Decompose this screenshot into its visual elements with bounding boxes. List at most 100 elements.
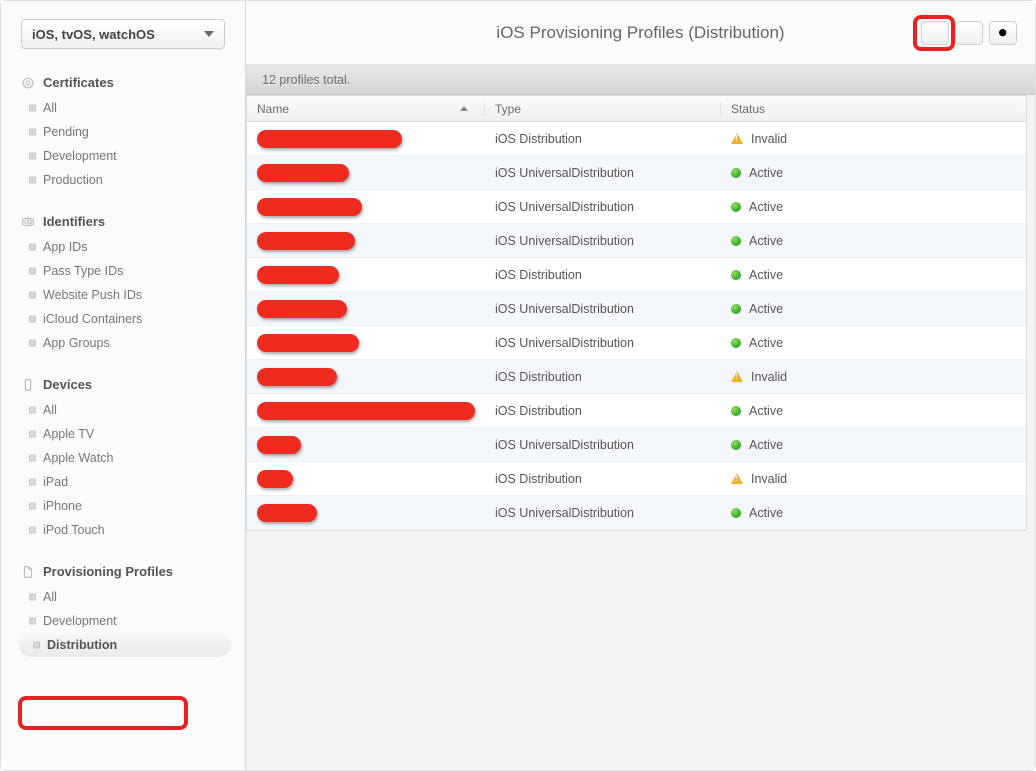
cell-type: iOS Distribution xyxy=(485,370,721,384)
table-header: Name Type Status xyxy=(247,96,1026,122)
redacted-name xyxy=(257,470,293,488)
cell-status: Active xyxy=(721,506,1026,520)
bullet-icon xyxy=(29,407,36,414)
cell-status: Active xyxy=(721,302,1026,316)
sidebar-item[interactable]: iCloud Containers xyxy=(15,307,235,331)
cell-name xyxy=(247,334,485,352)
cell-type: iOS Distribution xyxy=(485,132,721,146)
bullet-icon xyxy=(29,244,36,251)
redacted-name xyxy=(257,164,349,182)
sidebar-item[interactable]: Pass Type IDs xyxy=(15,259,235,283)
redacted-name xyxy=(257,266,339,284)
sidebar-item[interactable]: Production xyxy=(15,168,235,192)
status-active-icon xyxy=(731,202,741,212)
cell-name xyxy=(247,198,485,216)
cell-status: Active xyxy=(721,166,1026,180)
sidebar-item[interactable]: iPod Touch xyxy=(15,518,235,542)
cell-name xyxy=(247,504,485,522)
search-button[interactable] xyxy=(989,21,1017,45)
sidebar-item[interactable]: iPhone xyxy=(15,494,235,518)
redacted-name xyxy=(257,436,301,454)
sidebar-item[interactable]: Distribution xyxy=(19,633,231,657)
table-row[interactable]: iOS DistributionInvalid xyxy=(247,122,1026,156)
sidebar-section-header[interactable]: Identifiers xyxy=(15,210,235,235)
sort-ascending-icon xyxy=(460,106,468,111)
status-active-icon xyxy=(731,304,741,314)
sidebar-section-header[interactable]: Provisioning Profiles xyxy=(15,560,235,585)
redacted-name xyxy=(257,232,355,250)
edit-button[interactable] xyxy=(955,21,983,45)
sidebar-item[interactable]: Apple TV xyxy=(15,422,235,446)
column-header-type[interactable]: Type xyxy=(485,102,721,116)
cell-name xyxy=(247,368,485,386)
table-row[interactable]: iOS UniversalDistributionActive xyxy=(247,190,1026,224)
sidebar-item-label: All xyxy=(43,403,57,417)
status-text: Active xyxy=(749,268,783,282)
sidebar-item[interactable]: Website Push IDs xyxy=(15,283,235,307)
cell-name xyxy=(247,402,485,420)
status-active-icon xyxy=(731,406,741,416)
cell-type: iOS UniversalDistribution xyxy=(485,166,721,180)
cell-status: Active xyxy=(721,336,1026,350)
sidebar-item[interactable]: Apple Watch xyxy=(15,446,235,470)
sidebar-section-title: Provisioning Profiles xyxy=(43,564,173,579)
table-row[interactable]: iOS UniversalDistributionActive xyxy=(247,428,1026,462)
redacted-name xyxy=(257,504,317,522)
bullet-icon xyxy=(29,292,36,299)
add-button[interactable] xyxy=(921,21,949,45)
cell-status: Active xyxy=(721,438,1026,452)
cell-type: iOS Distribution xyxy=(485,472,721,486)
status-warning-icon xyxy=(731,133,743,144)
sidebar-item-label: iPhone xyxy=(43,499,82,513)
bullet-icon xyxy=(29,340,36,347)
sidebar-item[interactable]: All xyxy=(15,398,235,422)
sidebar-section-header[interactable]: Certificates xyxy=(15,71,235,96)
cell-name xyxy=(247,300,485,318)
cell-type: iOS UniversalDistribution xyxy=(485,336,721,350)
sidebar-item[interactable]: Pending xyxy=(15,120,235,144)
sidebar-item[interactable]: App Groups xyxy=(15,331,235,355)
sidebar-item-label: iCloud Containers xyxy=(43,312,142,326)
column-header-name[interactable]: Name xyxy=(247,102,485,116)
status-active-icon xyxy=(731,236,741,246)
status-text: Active xyxy=(749,336,783,350)
table-row[interactable]: iOS Distribution Invalid xyxy=(247,360,1026,394)
sidebar-section-title: Certificates xyxy=(43,75,114,90)
table-row[interactable]: iOS UniversalDistributionActive xyxy=(247,292,1026,326)
cell-status: Invalid xyxy=(721,370,1026,384)
table-row[interactable]: iOS DistributionActive xyxy=(247,394,1026,428)
table-row[interactable]: iOS UniversalDistribution Active xyxy=(247,326,1026,360)
redacted-name xyxy=(257,334,359,352)
sidebar-item-label: App Groups xyxy=(43,336,110,350)
sidebar-item-label: Development xyxy=(43,614,117,628)
platform-selector[interactable]: iOS, tvOS, watchOS xyxy=(21,19,225,49)
cell-type: iOS UniversalDistribution xyxy=(485,234,721,248)
main-panel: iOS Provisioning Profiles (Distribution)… xyxy=(246,1,1035,770)
sidebar-item-label: Pending xyxy=(43,125,89,139)
column-header-status[interactable]: Status xyxy=(721,102,1026,116)
cell-status: Active xyxy=(721,268,1026,282)
status-active-icon xyxy=(731,508,741,518)
bullet-icon xyxy=(29,268,36,275)
redacted-name xyxy=(257,300,347,318)
status-text: Active xyxy=(749,200,783,214)
sidebar-item[interactable]: All xyxy=(15,96,235,120)
cell-type: iOS UniversalDistribution xyxy=(485,438,721,452)
status-active-icon xyxy=(731,440,741,450)
chevron-down-icon xyxy=(204,31,214,37)
status-text: Invalid xyxy=(751,370,787,384)
table-row[interactable]: iOS DistributionActive xyxy=(247,258,1026,292)
redacted-name xyxy=(257,402,475,420)
sidebar-item[interactable]: Development xyxy=(15,609,235,633)
sidebar-item[interactable]: iPad xyxy=(15,470,235,494)
redacted-name xyxy=(257,130,402,148)
sidebar-item[interactable]: App IDs xyxy=(15,235,235,259)
bullet-icon xyxy=(29,105,36,112)
sidebar-item[interactable]: All xyxy=(15,585,235,609)
table-row[interactable]: iOS UniversalDistributionActive xyxy=(247,496,1026,530)
table-row[interactable]: iOS DistributionInvalid xyxy=(247,462,1026,496)
table-row[interactable]: iOS UniversalDistributionActive xyxy=(247,156,1026,190)
table-row[interactable]: iOS UniversalDistributionActive xyxy=(247,224,1026,258)
sidebar-item[interactable]: Development xyxy=(15,144,235,168)
sidebar-section-header[interactable]: Devices xyxy=(15,373,235,398)
